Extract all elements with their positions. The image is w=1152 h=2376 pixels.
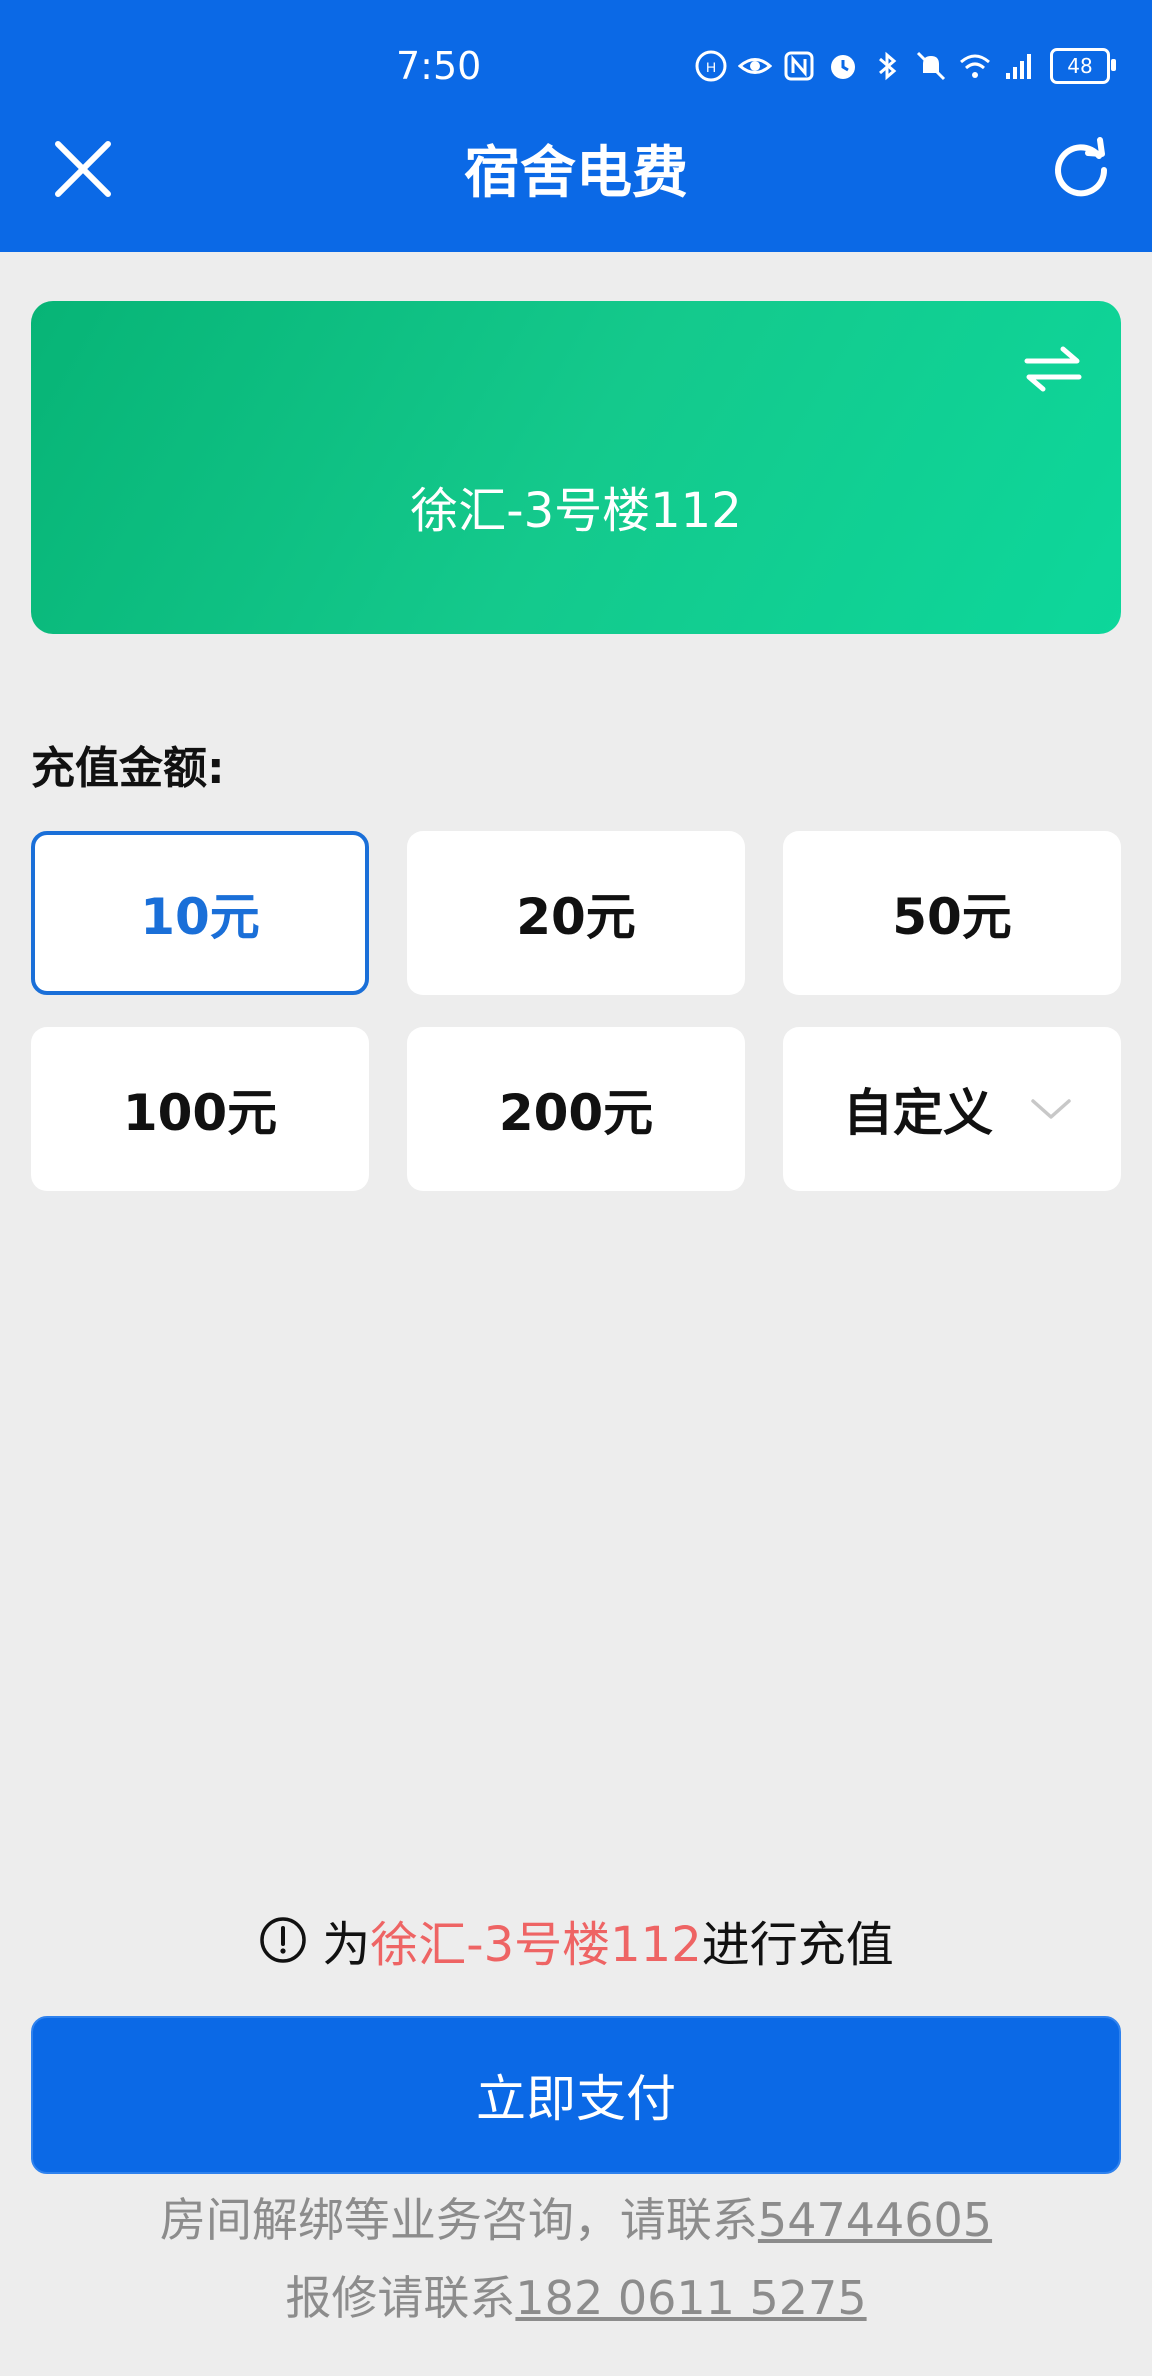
amount-option-50[interactable]: 50元 [783, 831, 1121, 995]
footer-contact-text: 房间解绑等业务咨询，请联系 [159, 2193, 758, 2247]
notice-suffix: 进行充值 [701, 1917, 894, 1973]
swap-arrows-icon[interactable] [1023, 341, 1083, 397]
status-time: 7:50 [396, 44, 482, 88]
room-name: 徐汇-3号楼112 [410, 483, 742, 539]
mute-bell-icon [916, 51, 946, 81]
amount-option-10[interactable]: 10元 [31, 831, 369, 995]
amount-option-custom[interactable]: 自定义 [783, 1027, 1121, 1191]
refresh-icon[interactable] [1048, 134, 1114, 200]
alarm-icon [831, 55, 855, 79]
amount-option-200[interactable]: 200元 [407, 1027, 745, 1191]
amount-option-label: 10元 [140, 888, 260, 946]
hd-call-icon: H [695, 50, 727, 82]
page-title: 宿舍电费 [464, 141, 688, 206]
amount-option-label: 200元 [498, 1084, 654, 1142]
amount-option-label: 100元 [122, 1084, 278, 1142]
amount-option-label: 20元 [516, 888, 636, 946]
bluetooth-icon [879, 51, 897, 81]
notice-prefix: 为 [322, 1917, 371, 1973]
contact-phone-link[interactable]: 54744605 [758, 2193, 992, 2247]
room-card[interactable]: 徐汇-3号楼112 [31, 301, 1121, 634]
amount-option-20[interactable]: 20元 [407, 831, 745, 995]
status-icons: H 48 [694, 46, 1116, 86]
notice-room: 徐汇-3号楼112 [370, 1917, 702, 1973]
svg-text:H: H [706, 59, 716, 75]
amount-option-100[interactable]: 100元 [31, 1027, 369, 1191]
wifi-icon [960, 54, 990, 78]
amount-label: 充值金额: [31, 743, 225, 794]
info-icon [260, 1917, 306, 1963]
chevron-down-icon [1031, 1099, 1071, 1119]
top-bar: 7:50 H 48 宿舍电费 [0, 0, 1152, 252]
amount-option-label: 自定义 [843, 1084, 993, 1142]
amount-options: 10元 20元 50元 100元 200元 自定义 [31, 831, 1121, 1191]
footer-repair-line: 报修请联系182 0611 5275 [0, 2262, 1152, 2328]
eye-icon [738, 58, 772, 74]
pay-now-button[interactable]: 立即支付 [31, 2016, 1121, 2174]
battery-icon: 48 [1050, 48, 1116, 84]
footer-repair-text: 报修请联系 [285, 2271, 516, 2325]
nfc-icon [784, 51, 814, 81]
footer-contact-line: 房间解绑等业务咨询，请联系54744605 [0, 2184, 1152, 2250]
recharge-notice: 为徐汇-3号楼112进行充值 [0, 1905, 1152, 1975]
amount-option-label: 50元 [892, 888, 1012, 946]
5g-signal-icon [1006, 54, 1031, 79]
repair-phone-link[interactable]: 182 0611 5275 [515, 2271, 866, 2325]
